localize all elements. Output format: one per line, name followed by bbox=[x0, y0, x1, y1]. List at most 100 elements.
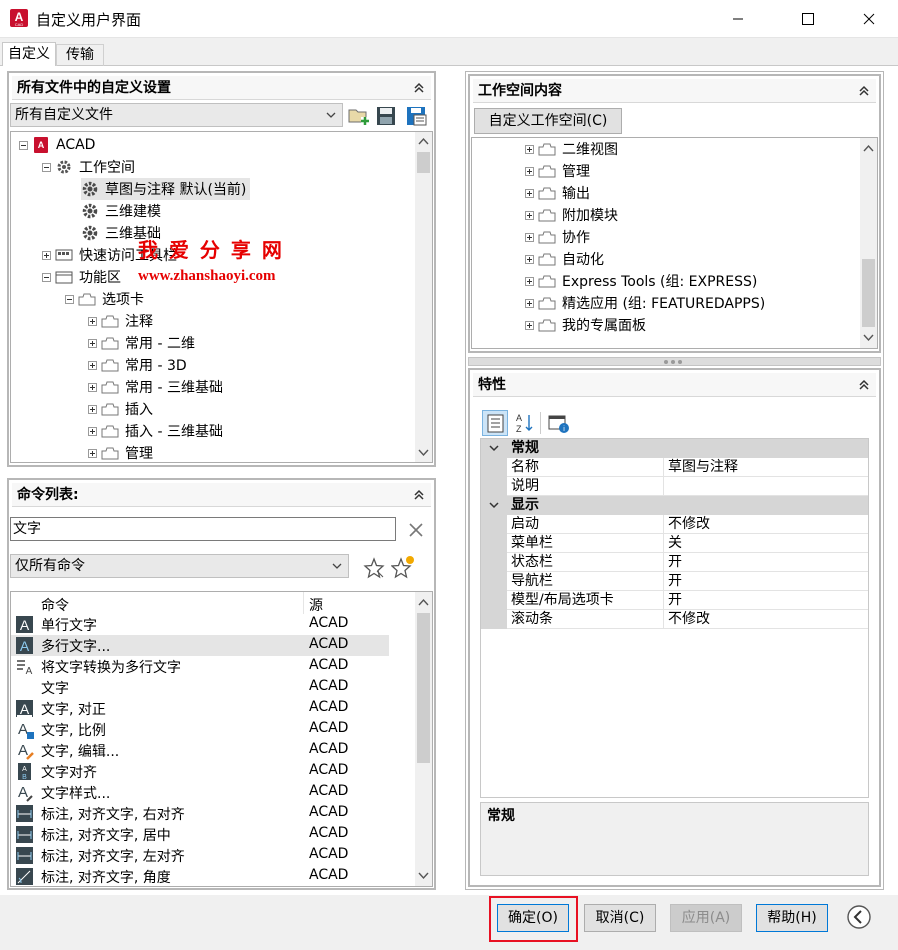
collapse-node-icon[interactable] bbox=[65, 294, 74, 304]
workspace-content-item[interactable]: 我的专属面板 bbox=[525, 314, 646, 336]
save-as-icon[interactable] bbox=[405, 106, 427, 126]
command-row[interactable]: A 文字, 对正 ACAD bbox=[11, 698, 389, 719]
command-search-input[interactable]: 文字 bbox=[10, 517, 396, 541]
panel-splitter[interactable] bbox=[468, 357, 881, 366]
customization-file-dropdown[interactable]: 所有自定义文件 bbox=[10, 103, 343, 127]
command-filter-dropdown[interactable]: 仅所有命令 bbox=[10, 554, 349, 578]
column-header-command[interactable]: 命令 bbox=[41, 595, 69, 615]
apply-button[interactable]: 应用(A) bbox=[670, 904, 742, 932]
property-row[interactable]: 导航栏 开 bbox=[481, 572, 868, 591]
minimize-button[interactable] bbox=[715, 0, 761, 38]
property-row[interactable]: 启动 不修改 bbox=[481, 515, 868, 534]
command-row[interactable]: A 文字, 比例 ACAD bbox=[11, 719, 389, 740]
customization-tree[interactable]: A ACAD 工作空间 草图与注释 默认(当前) 三维建模 三维基础 快速访问工… bbox=[10, 131, 433, 463]
property-value[interactable]: 草图与注释 bbox=[663, 458, 868, 477]
property-row-name[interactable]: 名称 草图与注释 bbox=[481, 458, 868, 477]
workspace-content-item[interactable]: 二维视图 bbox=[525, 138, 618, 160]
workspace-contents-tree[interactable]: 二维视图 管理 输出 附加模块 协作 自动化 Express Tools (组: EXPRE… bbox=[471, 137, 878, 349]
property-value[interactable] bbox=[663, 477, 868, 496]
tree-node-ribbon-tab[interactable]: 常用 - 二维 bbox=[88, 332, 195, 354]
collapse-dialog-icon[interactable] bbox=[846, 904, 872, 930]
property-value[interactable]: 开 bbox=[663, 553, 868, 572]
command-row[interactable]: A 将文字转换为多行文字 ACAD bbox=[11, 656, 389, 677]
property-row[interactable]: 菜单栏 关 bbox=[481, 534, 868, 553]
tab-transfer[interactable]: 传输 bbox=[56, 44, 104, 66]
tree-node-tabs[interactable]: 选项卡 bbox=[65, 288, 144, 310]
maximize-button[interactable] bbox=[785, 0, 831, 38]
expand-node-icon[interactable] bbox=[88, 338, 97, 348]
property-value[interactable]: 不修改 bbox=[663, 610, 868, 629]
workspace-content-item[interactable]: 自动化 bbox=[525, 248, 604, 270]
collapse-node-icon[interactable] bbox=[42, 162, 51, 172]
workspace-content-item[interactable]: Express Tools (组: EXPRESS) bbox=[525, 270, 757, 292]
workspace-content-item[interactable]: 输出 bbox=[525, 182, 590, 204]
tree-node-drafting-annotation[interactable]: 草图与注释 默认(当前) bbox=[81, 178, 251, 200]
tree-node-ribbon-tab[interactable]: 注释 bbox=[88, 310, 153, 332]
expand-node-icon[interactable] bbox=[525, 232, 534, 242]
command-row[interactable]: 标注, 对齐文字, 右对齐 ACAD bbox=[11, 803, 389, 824]
collapse-icon[interactable] bbox=[413, 489, 425, 501]
expand-node-icon[interactable] bbox=[42, 250, 51, 260]
command-list-scrollbar[interactable] bbox=[415, 592, 432, 886]
expand-node-icon[interactable] bbox=[88, 404, 97, 414]
tree-node-3d-modeling[interactable]: 三维建模 bbox=[81, 200, 161, 222]
expand-node-icon[interactable] bbox=[525, 166, 534, 176]
collapse-icon[interactable] bbox=[413, 82, 425, 94]
scroll-thumb[interactable] bbox=[417, 152, 430, 173]
command-row[interactable]: A 文字, 编辑... ACAD bbox=[11, 740, 389, 761]
scroll-thumb[interactable] bbox=[417, 613, 430, 763]
categorized-view-button[interactable] bbox=[482, 410, 508, 436]
workspace-content-item[interactable]: 附加模块 bbox=[525, 204, 618, 226]
command-row[interactable]: A 文字样式... ACAD bbox=[11, 782, 389, 803]
expand-node-icon[interactable] bbox=[525, 210, 534, 220]
expand-node-icon[interactable] bbox=[525, 188, 534, 198]
property-value[interactable]: 不修改 bbox=[663, 515, 868, 534]
property-pages-icon[interactable]: i bbox=[548, 414, 570, 434]
collapse-node-icon[interactable] bbox=[19, 140, 28, 150]
star-filter-icon[interactable] bbox=[363, 557, 385, 579]
expand-node-icon[interactable] bbox=[525, 144, 534, 154]
scroll-thumb[interactable] bbox=[862, 259, 875, 327]
expand-node-icon[interactable] bbox=[525, 254, 534, 264]
tree-node-workspaces[interactable]: 工作空间 bbox=[42, 156, 135, 178]
expand-node-icon[interactable] bbox=[88, 426, 97, 436]
property-value[interactable]: 关 bbox=[663, 534, 868, 553]
help-button[interactable]: 帮助(H) bbox=[756, 904, 828, 932]
expand-node-icon[interactable] bbox=[525, 276, 534, 286]
property-value[interactable]: 开 bbox=[663, 591, 868, 610]
tree-node-ribbon-tab[interactable]: 常用 - 三维基础 bbox=[88, 376, 223, 398]
property-row-description[interactable]: 说明 bbox=[481, 477, 868, 496]
workspace-scrollbar[interactable] bbox=[860, 138, 877, 348]
command-row[interactable]: A 单行文字 ACAD bbox=[11, 614, 389, 635]
workspace-content-item[interactable]: 精选应用 (组: FEATUREDAPPS) bbox=[525, 292, 765, 314]
clear-search-icon[interactable] bbox=[408, 522, 424, 538]
customize-workspace-button[interactable]: 自定义工作空间(C) bbox=[474, 108, 622, 134]
command-row[interactable]: 文字 ACAD bbox=[11, 677, 389, 698]
tree-node-ribbon-tab[interactable]: 插入 - 三维基础 bbox=[88, 420, 223, 442]
property-row[interactable]: 模型/布局选项卡 开 bbox=[481, 591, 868, 610]
category-display[interactable]: 显示 bbox=[481, 496, 868, 515]
sort-alphabetical-icon[interactable]: AZ bbox=[514, 412, 534, 434]
command-row[interactable]: 标注, 对齐文字, 居中 ACAD bbox=[11, 824, 389, 845]
collapse-node-icon[interactable] bbox=[42, 272, 51, 282]
tree-node-ribbon-tab[interactable]: 管理 bbox=[88, 442, 153, 462]
tree-node-ribbon-tab[interactable]: 插入 bbox=[88, 398, 153, 420]
ok-button[interactable]: 确定(O) bbox=[497, 904, 569, 932]
expand-node-icon[interactable] bbox=[525, 320, 534, 330]
command-row[interactable]: 标注, 对齐文字, 左对齐 ACAD bbox=[11, 845, 389, 866]
expand-node-icon[interactable] bbox=[88, 316, 97, 326]
open-file-icon[interactable] bbox=[348, 106, 370, 126]
cancel-button[interactable]: 取消(C) bbox=[584, 904, 656, 932]
tree-scrollbar[interactable] bbox=[415, 132, 432, 462]
save-icon[interactable] bbox=[375, 106, 397, 126]
close-button[interactable] bbox=[846, 0, 892, 38]
command-row[interactable]: 标注, 对齐文字, 角度 ACAD bbox=[11, 866, 389, 886]
tree-node-acad[interactable]: A ACAD bbox=[19, 134, 95, 156]
property-row[interactable]: 滚动条 不修改 bbox=[481, 610, 868, 629]
command-list[interactable]: 命令 源 A 单行文字 ACAD A 多行文字... ACAD A 将文字转换为多行文字 ACA… bbox=[10, 591, 433, 887]
column-header-source[interactable]: 源 bbox=[309, 595, 323, 615]
tree-node-ribbon-tab[interactable]: 常用 - 3D bbox=[88, 354, 187, 376]
new-command-icon[interactable] bbox=[391, 555, 415, 579]
expand-node-icon[interactable] bbox=[88, 382, 97, 392]
property-value[interactable]: 开 bbox=[663, 572, 868, 591]
